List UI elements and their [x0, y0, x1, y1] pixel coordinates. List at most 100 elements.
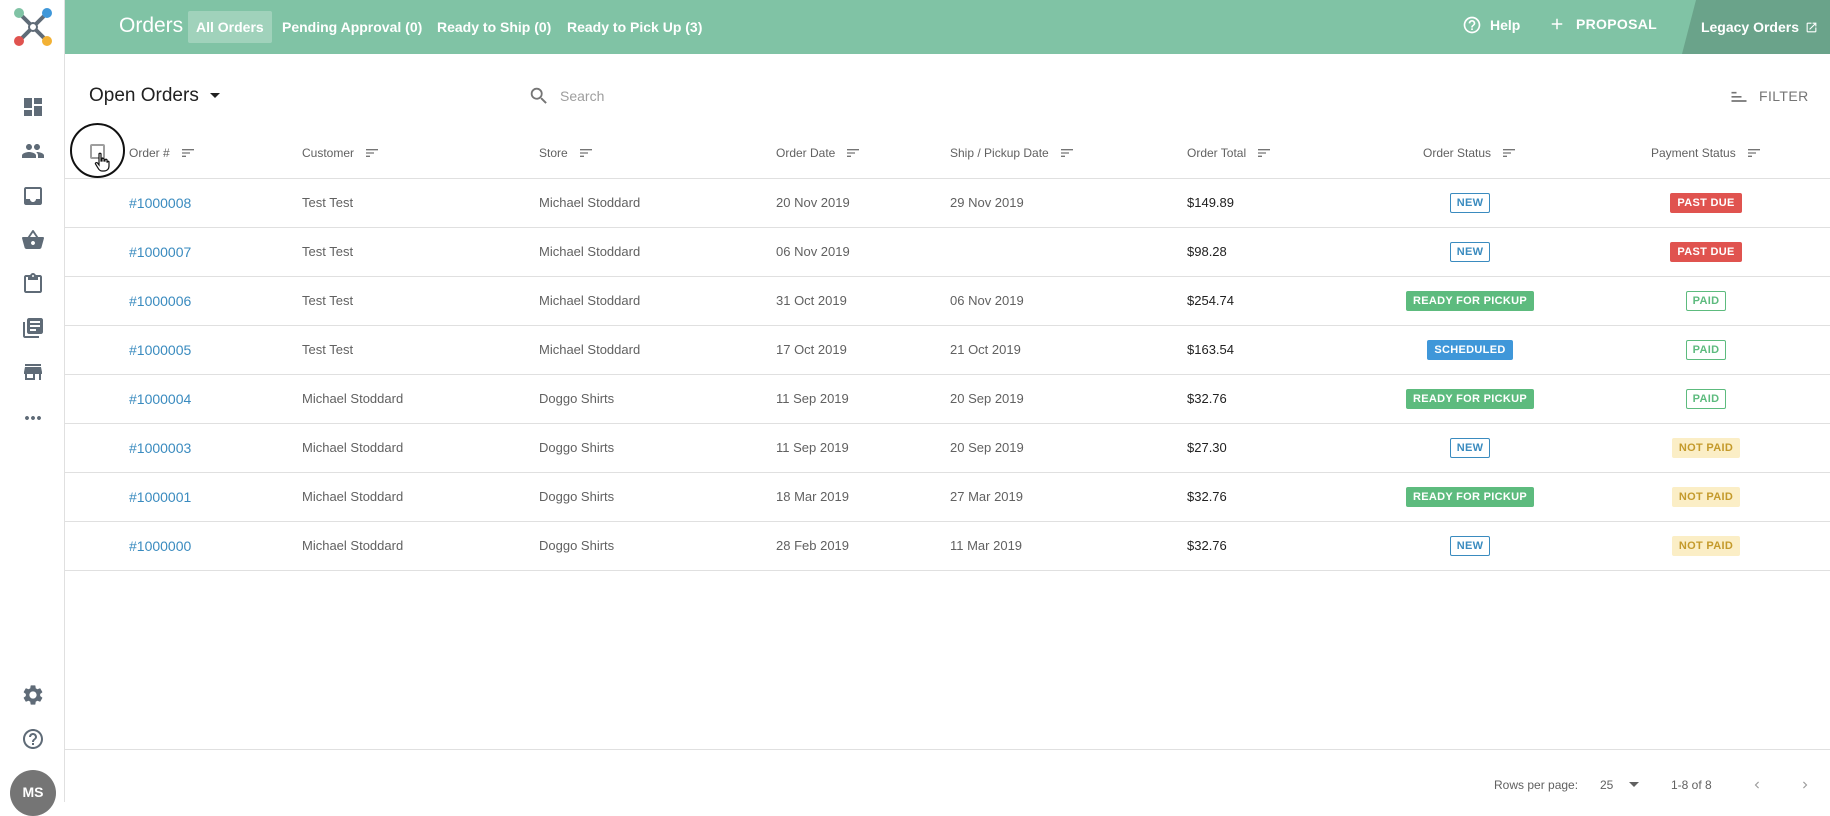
- order-status-cell: NEW: [1395, 424, 1545, 472]
- column-header-ship-pickup-date[interactable]: Ship / Pickup Date: [950, 145, 1075, 161]
- order-total-cell: $98.28: [1187, 244, 1227, 259]
- rows-per-page-select[interactable]: 25: [1600, 778, 1640, 792]
- pagination-range: 1-8 of 8: [1671, 778, 1712, 792]
- ship-date-cell: 11 Mar 2019: [950, 538, 1023, 553]
- customer-cell: Test Test: [302, 244, 354, 259]
- view-select-label: Open Orders: [89, 85, 199, 106]
- previous-page-button[interactable]: [1750, 778, 1764, 792]
- library-icon[interactable]: [20, 315, 46, 341]
- order-total-cell: $32.76: [1187, 538, 1227, 553]
- order-number-link[interactable]: #1000008: [129, 179, 191, 227]
- more-icon[interactable]: [20, 405, 46, 431]
- tab-ready-to-pick-up[interactable]: Ready to Pick Up (3): [559, 11, 710, 43]
- app-logo[interactable]: [11, 5, 55, 49]
- next-page-button[interactable]: [1798, 778, 1812, 792]
- payment-badge: PAID: [1685, 389, 1727, 409]
- status-badge: READY FOR PICKUP: [1406, 389, 1534, 409]
- clipboard-icon[interactable]: [20, 271, 46, 297]
- column-header-store[interactable]: Store: [539, 145, 594, 161]
- dashboard-icon[interactable]: [20, 94, 46, 120]
- sort-icon: [1501, 145, 1517, 161]
- payment-badge: NOT PAID: [1671, 536, 1741, 556]
- caret-down-icon: [1629, 782, 1640, 787]
- help-button[interactable]: Help: [1462, 15, 1520, 35]
- filter-icon: [1731, 91, 1747, 102]
- order-date-cell: 11 Sep 2019: [776, 440, 849, 455]
- table-row[interactable]: #1000004 Michael Stoddard Doggo Shirts 1…: [65, 375, 1830, 424]
- settings-icon[interactable]: [20, 682, 46, 708]
- payment-status-cell: NOT PAID: [1631, 473, 1781, 521]
- store-cell: Doggo Shirts: [539, 538, 615, 553]
- order-number-link[interactable]: #1000000: [129, 522, 191, 570]
- sort-icon: [578, 145, 594, 161]
- search-input[interactable]: [560, 88, 860, 104]
- column-label: Order #: [129, 146, 170, 160]
- customer-cell: Michael Stoddard: [302, 538, 404, 553]
- avatar[interactable]: MS: [10, 770, 56, 816]
- sort-icon: [180, 145, 196, 161]
- table-row[interactable]: #1000000 Michael Stoddard Doggo Shirts 2…: [65, 522, 1830, 571]
- ship-date-cell: 21 Oct 2019: [950, 342, 1021, 357]
- column-header-order-number[interactable]: Order #: [129, 145, 196, 161]
- proposal-label: PROPOSAL: [1576, 16, 1657, 32]
- table-row[interactable]: #1000008 Test Test Michael Stoddard 20 N…: [65, 179, 1830, 228]
- column-header-customer[interactable]: Customer: [302, 145, 380, 161]
- order-number-link[interactable]: #1000007: [129, 228, 191, 276]
- order-date-cell: 17 Oct 2019: [776, 342, 847, 357]
- payment-badge: NOT PAID: [1671, 487, 1741, 507]
- status-badge: NEW: [1449, 242, 1491, 262]
- order-status-cell: SCHEDULED: [1395, 326, 1545, 374]
- page-title: Orders: [119, 14, 184, 37]
- table-row[interactable]: #1000003 Michael Stoddard Doggo Shirts 1…: [65, 424, 1830, 473]
- store-icon[interactable]: [20, 359, 46, 385]
- store-cell: Michael Stoddard: [539, 195, 641, 210]
- tab-ready-to-ship[interactable]: Ready to Ship (0): [429, 11, 559, 43]
- order-status-cell: NEW: [1395, 522, 1545, 570]
- table-row[interactable]: #1000001 Michael Stoddard Doggo Shirts 1…: [65, 473, 1830, 522]
- inbox-icon[interactable]: [20, 183, 46, 209]
- column-header-order-total[interactable]: Order Total: [1187, 145, 1272, 161]
- column-header-payment-status[interactable]: Payment Status: [1651, 145, 1762, 161]
- status-badge: READY FOR PICKUP: [1406, 291, 1534, 311]
- status-badge: READY FOR PICKUP: [1406, 487, 1534, 507]
- top-bar: Orders All Orders Pending Approval (0) R…: [65, 0, 1830, 54]
- table-row[interactable]: #1000006 Test Test Michael Stoddard 31 O…: [65, 277, 1830, 326]
- payment-status-cell: PAID: [1631, 277, 1781, 325]
- column-header-order-status[interactable]: Order Status: [1423, 145, 1517, 161]
- order-total-cell: $27.30: [1187, 440, 1227, 455]
- chevron-left-icon: [1754, 781, 1759, 789]
- column-header-order-date[interactable]: Order Date: [776, 145, 861, 161]
- store-cell: Doggo Shirts: [539, 489, 615, 504]
- tab-all-orders[interactable]: All Orders: [188, 11, 272, 43]
- order-total-cell: $149.89: [1187, 195, 1234, 210]
- order-number-link[interactable]: #1000001: [129, 473, 191, 521]
- people-icon[interactable]: [20, 138, 46, 164]
- view-select[interactable]: Open Orders: [89, 85, 221, 107]
- external-link-icon: [1806, 22, 1817, 32]
- order-number-link[interactable]: #1000003: [129, 424, 191, 472]
- sort-icon: [845, 145, 861, 161]
- customer-cell: Test Test: [302, 195, 354, 210]
- customer-cell: Michael Stoddard: [302, 391, 404, 406]
- filter-button[interactable]: FILTER: [1729, 86, 1809, 106]
- basket-icon[interactable]: [20, 227, 46, 253]
- order-number-link[interactable]: #1000004: [129, 375, 191, 423]
- table-header: Order # Customer Store Order Date Ship /…: [65, 123, 1830, 179]
- legacy-orders-link[interactable]: Legacy Orders: [1682, 0, 1830, 54]
- order-number-link[interactable]: #1000005: [129, 326, 191, 374]
- ship-date-cell: 06 Nov 2019: [950, 293, 1024, 308]
- search-icon: [530, 87, 547, 104]
- sort-icon: [1059, 145, 1075, 161]
- store-cell: Michael Stoddard: [539, 244, 641, 259]
- sidebar: MS: [0, 0, 65, 816]
- customer-cell: Test Test: [302, 342, 354, 357]
- order-number-link[interactable]: #1000006: [129, 277, 191, 325]
- table-row[interactable]: #1000007 Test Test Michael Stoddard 06 N…: [65, 228, 1830, 277]
- add-proposal-button[interactable]: PROPOSAL: [1548, 15, 1657, 33]
- help-circle-icon[interactable]: [20, 726, 46, 752]
- column-label: Ship / Pickup Date: [950, 146, 1049, 160]
- status-badge: NEW: [1449, 193, 1491, 213]
- ship-date-cell: 27 Mar 2019: [950, 489, 1023, 504]
- tab-pending-approval[interactable]: Pending Approval (0): [274, 11, 430, 43]
- table-row[interactable]: #1000005 Test Test Michael Stoddard 17 O…: [65, 326, 1830, 375]
